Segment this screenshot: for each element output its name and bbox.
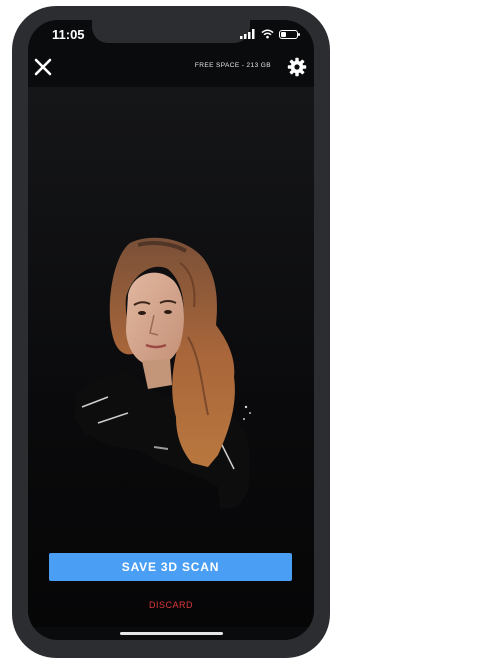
scan-viewport[interactable] [28,87,314,627]
signal-icon [240,29,255,39]
status-icons [240,29,300,39]
phone-screen: 11:05 FREE SPACE - 213 GB SAVE 3D SCAN D… [28,20,314,640]
3d-scan-model[interactable] [68,237,258,512]
battery-icon [279,29,300,39]
wifi-icon [261,29,274,39]
discard-button[interactable]: DISCARD [121,597,221,613]
close-icon [34,58,52,76]
notch [92,20,250,43]
home-indicator[interactable] [120,632,223,635]
gear-icon [287,57,307,77]
save-3d-scan-button[interactable]: SAVE 3D SCAN [49,553,292,581]
status-time: 11:05 [52,27,85,42]
settings-button[interactable] [287,57,307,77]
close-button[interactable] [33,57,53,77]
free-space-label: FREE SPACE - 213 GB [194,62,271,69]
